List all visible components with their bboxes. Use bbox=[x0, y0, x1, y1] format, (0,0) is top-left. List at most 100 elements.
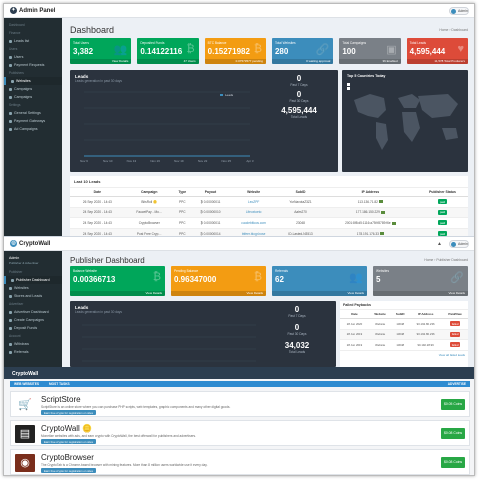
column-header[interactable]: Payout bbox=[190, 188, 231, 197]
table-cell: Lifeoxtoeto bbox=[230, 207, 278, 219]
x-tick-label: Nov 22 bbox=[198, 159, 208, 163]
column-header[interactable]: IP Address bbox=[409, 310, 443, 319]
tile-footer-link[interactable]: 11,578 Total Producers bbox=[406, 59, 468, 64]
ip-address: 178.191.176.33 bbox=[356, 231, 379, 236]
offer-reward-button[interactable]: $0.08 Coins bbox=[441, 428, 465, 439]
stat-tile[interactable]: Balance Website 0.00366713 ₿ View Details bbox=[70, 266, 165, 296]
column-header[interactable]: Paid/Owe bbox=[442, 310, 468, 319]
offer-reward-button[interactable]: $0.08 Coins bbox=[441, 457, 465, 468]
tile-value: 0.14122116 bbox=[140, 47, 183, 56]
stat-tile[interactable]: Referrals 62 👥 View Details bbox=[272, 266, 367, 296]
sidebar-item[interactable]: Advertiser Dashboard bbox=[4, 308, 62, 316]
stat-tile[interactable]: Total Users 3,382 👥 View Details bbox=[70, 38, 132, 64]
column-header[interactable]: Website bbox=[230, 188, 278, 197]
breadcrumb-home[interactable]: Home bbox=[439, 28, 448, 32]
stat-tile[interactable]: Pending Balance 0.96347000 ₿ View Details bbox=[171, 266, 266, 296]
sidebar-item[interactable]: Users bbox=[4, 53, 62, 61]
breadcrumb-home[interactable]: Home bbox=[424, 258, 433, 262]
column-header[interactable]: SubID bbox=[277, 188, 324, 197]
offer-row[interactable]: ◉ CryptoBrowser The CryptoTab is a Chrome-… bbox=[10, 449, 470, 475]
website-link[interactable]: btfeer.blogr.bose bbox=[242, 232, 266, 236]
tile-footer-link[interactable]: 0 waiting approval bbox=[271, 59, 334, 64]
tile-label: Pending Balance bbox=[174, 269, 199, 273]
admin-logo[interactable]: ✦ Admin Panel bbox=[10, 7, 55, 14]
x-tick-label: Nov 25 bbox=[222, 159, 232, 163]
bell-icon[interactable]: ▲ bbox=[437, 241, 442, 247]
tile-label: Referrals bbox=[275, 269, 288, 273]
sidebar-item[interactable]: General Settings bbox=[4, 109, 62, 117]
sidebar-item[interactable]: Referrals bbox=[4, 348, 62, 356]
table-cell: Aalm270 bbox=[277, 207, 324, 219]
tile-footer-link[interactable]: 36 Enabled bbox=[339, 59, 401, 64]
tile-footer-link[interactable]: View Details bbox=[272, 291, 367, 296]
leads-stat: 0 Past 7 Days bbox=[262, 305, 332, 318]
sidebar-item[interactable]: Leads list bbox=[4, 37, 62, 45]
sidebar-item[interactable]: Deposit Funds bbox=[4, 324, 62, 332]
column-header[interactable]: Type bbox=[173, 188, 191, 197]
map-zoom-out-button[interactable] bbox=[347, 87, 350, 90]
offer-description: Monetize websites with ads, and earn cry… bbox=[41, 434, 197, 438]
heart-icon: ♥ bbox=[457, 43, 464, 55]
tile-footer-link[interactable]: View Details bbox=[70, 291, 165, 296]
view-all-failed-link[interactable]: View all failed leads bbox=[340, 351, 468, 359]
screenshot-collage: ✦ Admin Panel Admin Dashboard Finance Leads… bbox=[3, 3, 475, 476]
tile-footer-link[interactable]: View Details bbox=[171, 291, 266, 296]
tab-websites[interactable]: WEB WEBSITES bbox=[14, 382, 39, 386]
map-zoom-in-button[interactable] bbox=[347, 83, 350, 86]
column-header[interactable]: Campaign bbox=[124, 188, 174, 197]
sidebar-item[interactable]: Ad Campaigns bbox=[4, 125, 62, 133]
sidebar-item[interactable]: Campaigns bbox=[4, 93, 62, 101]
sidebar-item[interactable]: Payment Gateways bbox=[4, 117, 62, 125]
table-cell: Website bbox=[368, 339, 392, 351]
leads-stat: 4,595,444 Total Leads bbox=[264, 106, 334, 119]
breadcrumb: Home › Publisher Dashboard bbox=[424, 258, 468, 262]
leads-stat: 34,032 Total Leads bbox=[262, 341, 332, 354]
sidebar-item[interactable]: Create Campaigns bbox=[4, 316, 62, 324]
sidebar-item[interactable]: Websites bbox=[4, 284, 62, 292]
offer-name[interactable]: ScriptStore bbox=[41, 395, 81, 404]
stat-number: 4,595,444 bbox=[281, 106, 317, 115]
column-header[interactable]: Date bbox=[70, 188, 125, 197]
tile-footer-link[interactable]: 0.07573577 pending bbox=[204, 59, 266, 64]
stat-tile[interactable]: Deposited Funds 0.14122116 ₿ 47 Users bbox=[137, 38, 199, 64]
tile-footer-link[interactable]: 47 Users bbox=[137, 59, 199, 64]
stat-caption: Past 7 Days bbox=[290, 83, 308, 87]
page-title: Publisher Dashboard bbox=[70, 256, 145, 265]
website-link[interactable]: Lifeoxtoeto bbox=[246, 210, 262, 214]
column-header[interactable]: IP Address bbox=[323, 188, 417, 197]
tab-tasks[interactable]: MOST TASKS bbox=[49, 382, 70, 386]
sidebar-item[interactable]: Payment Requests bbox=[4, 61, 62, 69]
offer-name[interactable]: CryptoWall 🪙 bbox=[41, 424, 92, 433]
website-link[interactable]: LeoZPF bbox=[248, 200, 259, 204]
admin-user-menu[interactable]: Admin bbox=[449, 7, 469, 15]
sidebar-item[interactable]: Campaigns bbox=[4, 85, 62, 93]
offer-row[interactable]: 🛒 ScriptStore ScriptStore is an online sto… bbox=[10, 391, 470, 417]
column-header[interactable]: Date bbox=[340, 310, 369, 319]
website-link[interactable]: cuodebiticos.com bbox=[241, 221, 266, 225]
sidebar-section-header: Account bbox=[9, 334, 21, 338]
status-badge: paid bbox=[437, 220, 448, 226]
avatar bbox=[451, 242, 456, 247]
offer-reward-button[interactable]: $0.05 Coins bbox=[441, 399, 465, 410]
offer-row[interactable]: ▤ CryptoWall 🪙 Monetize websites with ads,… bbox=[10, 420, 470, 446]
sidebar-item[interactable]: Withdraw bbox=[4, 340, 62, 348]
column-header[interactable]: SubID bbox=[391, 310, 410, 319]
sidebar-item[interactable]: Publisher Dashboard bbox=[4, 276, 62, 284]
countries-title: Top 5 Countries Today bbox=[347, 74, 386, 78]
publisher-user-menu[interactable]: Admin bbox=[449, 240, 469, 248]
stat-tile[interactable]: Websites 5 🔗 View Details bbox=[373, 266, 468, 296]
stat-tile[interactable]: Total Websites 280 🔗 0 waiting approval bbox=[271, 38, 334, 64]
column-header[interactable]: Website bbox=[368, 310, 392, 319]
stat-tile[interactable]: Total Campaigns 100 ▣ 36 Enabled bbox=[339, 38, 401, 64]
sidebar-item[interactable]: Websites bbox=[4, 77, 62, 85]
table-cell: ₿ 0.00000010 bbox=[190, 207, 231, 219]
tile-footer-link[interactable]: View Details bbox=[70, 59, 132, 64]
offer-name[interactable]: CryptoBrowser bbox=[41, 453, 94, 462]
tab-advertise[interactable]: ADVERTISE bbox=[448, 382, 466, 386]
sidebar-item[interactable]: Stores and Leads bbox=[4, 292, 62, 300]
column-header[interactable]: Publisher Status bbox=[416, 188, 468, 197]
stat-tile[interactable]: BTC Balance 0.15271982 ₿ 0.07573577 pending bbox=[204, 38, 266, 64]
stat-tile[interactable]: Total Leads 4,595,444 ♥ 11,578 Total Produc… bbox=[406, 38, 468, 64]
publisher-logo[interactable]: ◎ CryptoWall bbox=[10, 240, 50, 247]
tile-footer-link[interactable]: View Details bbox=[373, 291, 468, 296]
